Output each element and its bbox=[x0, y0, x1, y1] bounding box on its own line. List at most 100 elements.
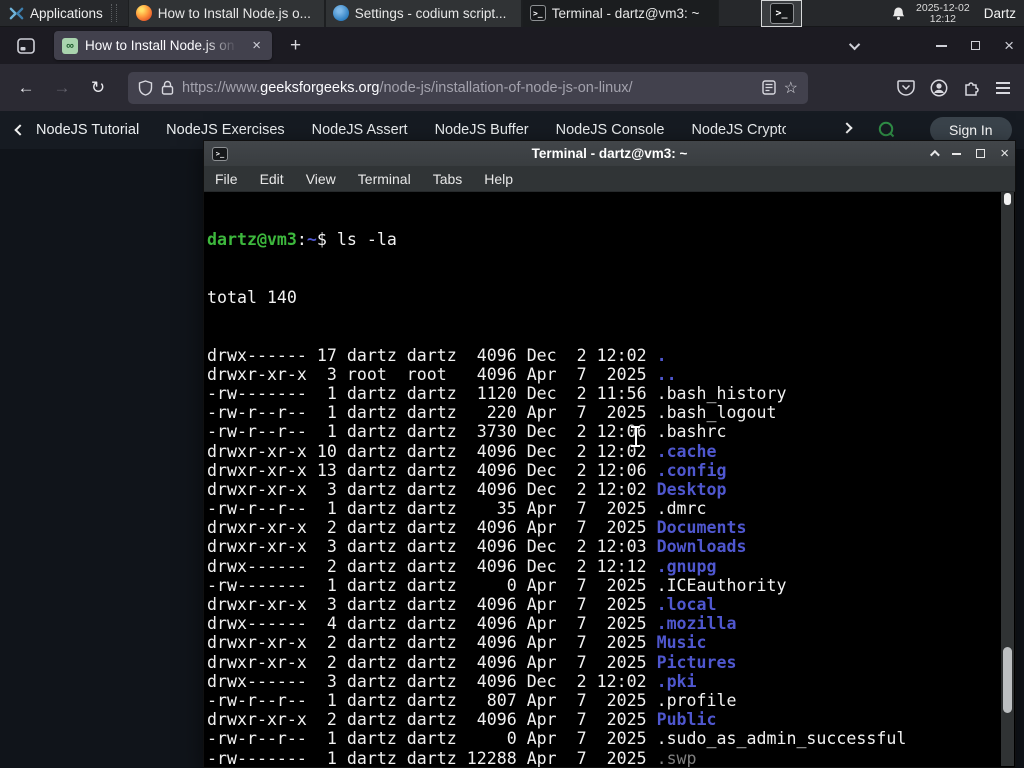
bookmark-star-icon[interactable]: ☆ bbox=[784, 78, 798, 98]
applications-label: Applications bbox=[30, 5, 103, 21]
terminal-line: drwxr-xr-x 3 dartz dartz 4096 Dec 2 12:0… bbox=[207, 537, 747, 557]
browser-toolbar: ← → ↻ https://www.geeksforgeeks.org/node… bbox=[0, 64, 1024, 111]
panel-clock[interactable]: 2025-12-02 12:12 bbox=[916, 1, 970, 25]
terminal-line: drwx------ 3 dartz dartz 4096 Dec 2 12:0… bbox=[207, 671, 697, 691]
taskbar-button-label: Settings - codium script... bbox=[354, 5, 507, 21]
terminal-line: drwx------ 4 dartz dartz 4096 Apr 7 2025… bbox=[207, 614, 737, 634]
nav-links: NodeJS Tutorial NodeJS Exercises NodeJS As… bbox=[36, 122, 786, 138]
url-bar[interactable]: https://www.geeksforgeeks.org/node-js/in… bbox=[128, 71, 808, 104]
prompt-user-host: dartz@vm3 bbox=[207, 230, 297, 250]
nav-scroll-right-chevron-icon[interactable] bbox=[841, 122, 853, 134]
terminal-prompt-line: dartz@vm3:~$ ls -la bbox=[207, 230, 397, 250]
browser-tab-bar: ∞ How to Install Node.js on × + × bbox=[0, 27, 1024, 64]
clock-time: 12:12 bbox=[929, 12, 957, 25]
tab-close-icon[interactable]: × bbox=[249, 37, 264, 54]
terminal-launcher-button[interactable]: >_ bbox=[761, 0, 802, 27]
terminal-output[interactable]: dartz@vm3:~$ ls -la total 140 drwx------… bbox=[204, 192, 1015, 767]
window-close-button[interactable]: × bbox=[1004, 37, 1014, 54]
file-name: .gnupg bbox=[656, 556, 717, 576]
nav-link-nodejs-crypto[interactable]: NodeJS Crypto bbox=[691, 122, 786, 138]
terminal-menu-view[interactable]: View bbox=[295, 166, 347, 192]
terminal-listing: drwx------ 17 dartz dartz 4096 Dec 2 12:… bbox=[207, 346, 1015, 767]
file-name: .. bbox=[656, 364, 677, 384]
file-name: Public bbox=[656, 710, 717, 730]
codium-icon bbox=[332, 5, 349, 21]
window-restore-button[interactable] bbox=[971, 41, 981, 50]
firefox-view-icon bbox=[17, 37, 35, 54]
terminal-shade-button[interactable] bbox=[930, 149, 941, 160]
file-name: Desktop bbox=[656, 479, 727, 499]
scrollbar-thumb[interactable] bbox=[1003, 647, 1012, 713]
tab-how-to-install-nodejs[interactable]: ∞ How to Install Node.js on × bbox=[54, 31, 272, 60]
lock-icon[interactable] bbox=[161, 80, 174, 95]
nav-link-nodejs-assert[interactable]: NodeJS Assert bbox=[312, 122, 408, 138]
file-name: .local bbox=[656, 595, 717, 615]
terminal-line: -rw------- 1 dartz dartz 1120 Dec 2 11:5… bbox=[207, 383, 787, 403]
terminal-title-bar[interactable]: >_ Terminal - dartz@vm3: ~ × bbox=[204, 141, 1015, 166]
nav-link-nodejs-exercises[interactable]: NodeJS Exercises bbox=[166, 122, 284, 138]
user-menu[interactable]: Dartz bbox=[980, 6, 1016, 21]
terminal-icon: >_ bbox=[769, 3, 794, 24]
terminal-line: drwxr-xr-x 2 dartz dartz 4096 Apr 7 2025… bbox=[207, 710, 717, 730]
file-name: .ICEauthority bbox=[656, 575, 787, 595]
file-name: Pictures bbox=[656, 652, 737, 672]
terminal-line: -rw-r--r-- 1 dartz dartz 3730 Dec 2 12:0… bbox=[207, 422, 727, 442]
search-icon[interactable] bbox=[878, 121, 895, 138]
file-name: .bash_history bbox=[656, 383, 787, 403]
url-domain: geeksforgeeks.org bbox=[260, 79, 380, 96]
nav-link-nodejs-console[interactable]: NodeJS Console bbox=[556, 122, 665, 138]
account-icon[interactable] bbox=[930, 79, 948, 97]
terminal-total-line: total 140 bbox=[207, 288, 297, 307]
reload-button[interactable]: ↻ bbox=[82, 72, 114, 104]
terminal-minimize-button[interactable] bbox=[952, 152, 962, 155]
taskbar-button-terminal[interactable]: >_ Terminal - dartz@vm3: ~ bbox=[521, 0, 719, 27]
file-name: .dmrc bbox=[656, 499, 707, 519]
terminal-scrollbar[interactable] bbox=[1001, 192, 1014, 766]
menu-hamburger-icon[interactable] bbox=[996, 81, 1010, 94]
back-button[interactable]: ← bbox=[10, 72, 42, 104]
terminal-line: drwxr-xr-x 3 root root 4096 Apr 7 2025 .… bbox=[207, 364, 677, 384]
applications-menu-button[interactable]: Applications bbox=[0, 0, 128, 27]
taskbar-button-codium[interactable]: Settings - codium script... bbox=[324, 0, 522, 27]
reader-mode-icon[interactable] bbox=[761, 80, 776, 95]
scrollbar-top-mark[interactable] bbox=[1004, 193, 1011, 205]
terminal-menu-tabs[interactable]: Tabs bbox=[422, 166, 474, 192]
firefox-icon bbox=[135, 5, 152, 21]
terminal-line: drwxr-xr-x 3 dartz dartz 4096 Dec 2 12:0… bbox=[207, 479, 727, 499]
terminal-line: -rw------- 1 dartz dartz 12288 Apr 7 202… bbox=[207, 748, 697, 767]
nav-link-nodejs-buffer[interactable]: NodeJS Buffer bbox=[435, 122, 529, 138]
shield-icon[interactable] bbox=[138, 79, 153, 96]
clock-date: 2025-12-02 bbox=[916, 1, 970, 14]
list-all-tabs-chevron-icon[interactable] bbox=[848, 38, 861, 50]
window-taskbar: How to Install Node.js o... Settings - co… bbox=[127, 0, 719, 27]
notification-bell-icon[interactable] bbox=[891, 6, 906, 21]
terminal-line: -rw-r--r-- 1 dartz dartz 35 Apr 7 2025 .… bbox=[207, 499, 707, 519]
prompt-command: $ ls -la bbox=[316, 230, 397, 250]
taskbar-button-label: Terminal - dartz@vm3: ~ bbox=[551, 5, 700, 21]
geeksforgeeks-favicon-icon: ∞ bbox=[62, 37, 78, 54]
desktop-panel: Applications How to Install Node.js o...… bbox=[0, 0, 1024, 27]
terminal-menu-help[interactable]: Help bbox=[473, 166, 524, 192]
terminal-menu-edit[interactable]: Edit bbox=[249, 166, 295, 192]
file-name: Downloads bbox=[656, 537, 747, 557]
nav-link-nodejs-tutorial[interactable]: NodeJS Tutorial bbox=[36, 122, 139, 138]
terminal-line: drwxr-xr-x 3 dartz dartz 4096 Apr 7 2025… bbox=[207, 595, 717, 615]
firefox-view-button[interactable] bbox=[12, 33, 40, 59]
terminal-line: drwxr-xr-x 13 dartz dartz 4096 Dec 2 12:… bbox=[207, 460, 727, 480]
nav-scroll-left-chevron-icon[interactable] bbox=[14, 124, 26, 136]
terminal-line: drwxr-xr-x 10 dartz dartz 4096 Dec 2 12:… bbox=[207, 441, 717, 461]
terminal-maximize-button[interactable] bbox=[976, 149, 986, 158]
new-tab-button[interactable]: + bbox=[284, 35, 307, 57]
taskbar-button-label: How to Install Node.js o... bbox=[157, 5, 311, 21]
terminal-menu-file[interactable]: File bbox=[204, 166, 249, 192]
url-text[interactable]: https://www.geeksforgeeks.org/node-js/in… bbox=[182, 80, 754, 96]
window-minimize-button[interactable] bbox=[936, 44, 948, 47]
file-name: .bash_logout bbox=[656, 403, 777, 423]
taskbar-button-firefox[interactable]: How to Install Node.js o... bbox=[127, 0, 325, 27]
pocket-icon[interactable] bbox=[897, 79, 915, 96]
extensions-puzzle-icon[interactable] bbox=[963, 79, 981, 97]
terminal-menu-terminal[interactable]: Terminal bbox=[347, 166, 422, 192]
file-name: .bashrc bbox=[656, 422, 727, 442]
terminal-close-button[interactable]: × bbox=[1000, 146, 1009, 161]
panel-separator bbox=[110, 4, 117, 22]
